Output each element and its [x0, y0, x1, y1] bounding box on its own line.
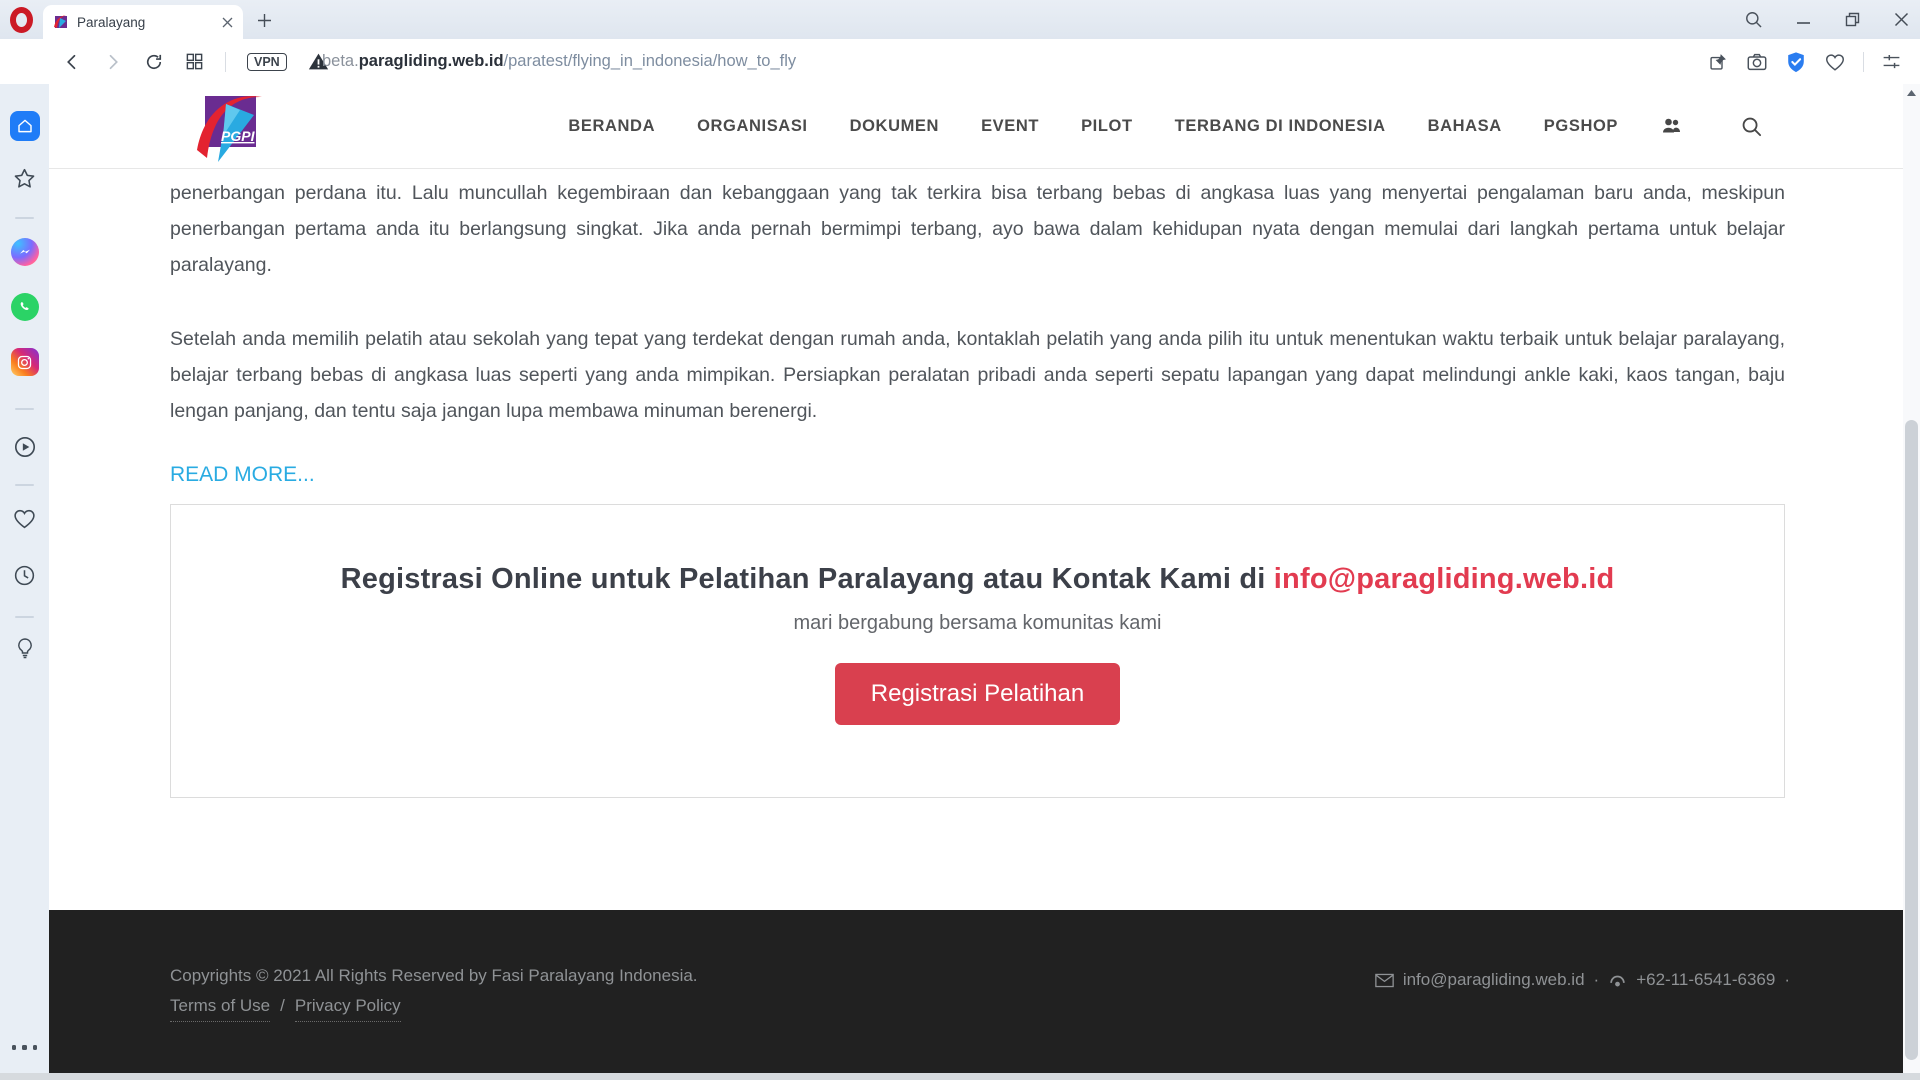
scrollbar-thumb[interactable]: [1905, 420, 1918, 1060]
browser-tab[interactable]: Paralayang: [43, 5, 243, 39]
read-more-link[interactable]: READ MORE...: [170, 463, 1785, 487]
cta-heading: Registrasi Online untuk Pelatihan Parala…: [171, 563, 1784, 596]
cta-heading-email-link[interactable]: info@paragliding.web.id: [1274, 563, 1615, 595]
speed-dial-grid-icon[interactable]: [185, 52, 204, 71]
registration-button[interactable]: Registrasi Pelatihan: [835, 663, 1120, 725]
url-field[interactable]: beta.paragliding.web.id/paratest/flying_…: [322, 39, 796, 84]
sidebar-divider: [15, 616, 34, 618]
sidebar-divider: [15, 484, 34, 486]
easy-setup-sliders-icon[interactable]: [1881, 51, 1902, 72]
nav-bahasa[interactable]: BAHASA: [1428, 117, 1502, 136]
nav-beranda[interactable]: BERANDA: [568, 117, 655, 136]
window-minimize-button[interactable]: [1795, 11, 1812, 28]
browser-address-bar: VPN beta.paragliding.web.id/paratest/fly…: [0, 39, 1920, 84]
sidebar-divider: [15, 217, 34, 219]
vpn-badge[interactable]: VPN: [247, 53, 287, 71]
player-icon[interactable]: [12, 434, 38, 460]
pgpi-logo[interactable]: PGPI: [196, 88, 264, 164]
speed-dial-home-icon[interactable]: [10, 111, 40, 141]
site-header: PGPI BERANDA ORGANISASI DOKUMEN EVENT PI…: [49, 84, 1903, 169]
nav-pilot[interactable]: PILOT: [1081, 117, 1133, 136]
messenger-icon[interactable]: [11, 238, 39, 266]
forward-button[interactable]: [103, 52, 123, 72]
main-navigation: BERANDA ORGANISASI DOKUMEN EVENT PILOT T…: [568, 84, 1763, 168]
sidebar-divider: [15, 408, 34, 410]
adblock-shield-icon[interactable]: [1785, 51, 1807, 73]
member-login-icon[interactable]: [1660, 114, 1684, 138]
browser-window: Paralayang: [0, 0, 1920, 1080]
footer-phone[interactable]: +62-11-6541-6369: [1636, 970, 1775, 990]
page-scrollbar[interactable]: [1903, 84, 1920, 1080]
footer-link-separator: /: [280, 996, 285, 1016]
back-button[interactable]: [62, 52, 82, 72]
address-bar-divider: [225, 52, 226, 72]
ideas-lightbulb-icon[interactable]: [13, 636, 37, 660]
nav-organisasi[interactable]: ORGANISASI: [697, 117, 808, 136]
svg-text:PGPI: PGPI: [221, 128, 256, 144]
favorites-heart-icon[interactable]: [12, 506, 37, 531]
footer-dot: ·: [1594, 970, 1600, 990]
window-bottom-edge: [0, 1073, 1920, 1080]
site-search-icon[interactable]: [1740, 115, 1763, 138]
nav-dokumen[interactable]: DOKUMEN: [850, 117, 939, 136]
nav-pgshop[interactable]: PGSHOP: [1544, 117, 1618, 136]
window-close-button[interactable]: [1893, 11, 1910, 28]
bookmarks-star-icon[interactable]: [12, 166, 37, 191]
reload-button[interactable]: [144, 52, 164, 72]
tab-close-icon[interactable]: [222, 17, 233, 28]
tab-title: Paralayang: [77, 15, 214, 30]
window-restore-button[interactable]: [1844, 11, 1861, 28]
registration-cta-box: Registrasi Online untuk Pelatihan Parala…: [170, 504, 1785, 798]
browser-search-icon[interactable]: [1744, 10, 1763, 29]
nav-event[interactable]: EVENT: [981, 117, 1039, 136]
url-domain: paragliding.web.id: [359, 52, 504, 71]
site-footer: Copyrights © 2021 All Rights Reserved by…: [49, 910, 1903, 1073]
site-favicon: [53, 14, 69, 30]
bookmark-heart-icon[interactable]: [1824, 51, 1846, 73]
phone-headset-icon: [1608, 971, 1627, 990]
cta-heading-text: Registrasi Online untuk Pelatihan Parala…: [341, 563, 1266, 595]
instagram-icon[interactable]: [11, 348, 39, 376]
privacy-policy-link[interactable]: Privacy Policy: [295, 996, 401, 1022]
opera-sidebar: [0, 84, 49, 1080]
whatsapp-icon[interactable]: [11, 293, 39, 321]
sidebar-more-icon[interactable]: [12, 1045, 38, 1050]
url-path: /paratest/flying_in_indonesia/how_to_fly: [504, 52, 797, 71]
pinboard-icon[interactable]: [1708, 51, 1729, 72]
footer-dot: ·: [1784, 970, 1790, 990]
footer-email[interactable]: info@paragliding.web.id: [1403, 970, 1585, 990]
browser-tab-bar: Paralayang: [0, 0, 1920, 39]
copyright-text: Copyrights © 2021 All Rights Reserved by…: [170, 966, 698, 986]
article-content: penerbangan perdana itu. Lalu muncullah …: [49, 169, 1903, 910]
new-tab-button[interactable]: [252, 8, 276, 32]
nav-terbang-di-indonesia[interactable]: TERBANG DI INDONESIA: [1175, 117, 1386, 136]
url-subdomain: beta.: [322, 52, 359, 71]
cta-subtitle: mari bergabung bersama komunitas kami: [171, 612, 1784, 635]
opera-logo-icon[interactable]: [10, 7, 33, 33]
history-clock-icon[interactable]: [12, 563, 37, 588]
address-bar-divider: [1863, 52, 1864, 72]
article-paragraph-2: Setelah anda memilih pelatih atau sekola…: [170, 321, 1785, 429]
terms-of-use-link[interactable]: Terms of Use: [170, 996, 270, 1022]
scroll-up-arrow[interactable]: [1906, 89, 1917, 97]
snapshot-camera-icon[interactable]: [1746, 51, 1768, 73]
article-paragraph-1: penerbangan perdana itu. Lalu muncullah …: [170, 175, 1785, 283]
email-envelope-icon: [1375, 973, 1394, 988]
